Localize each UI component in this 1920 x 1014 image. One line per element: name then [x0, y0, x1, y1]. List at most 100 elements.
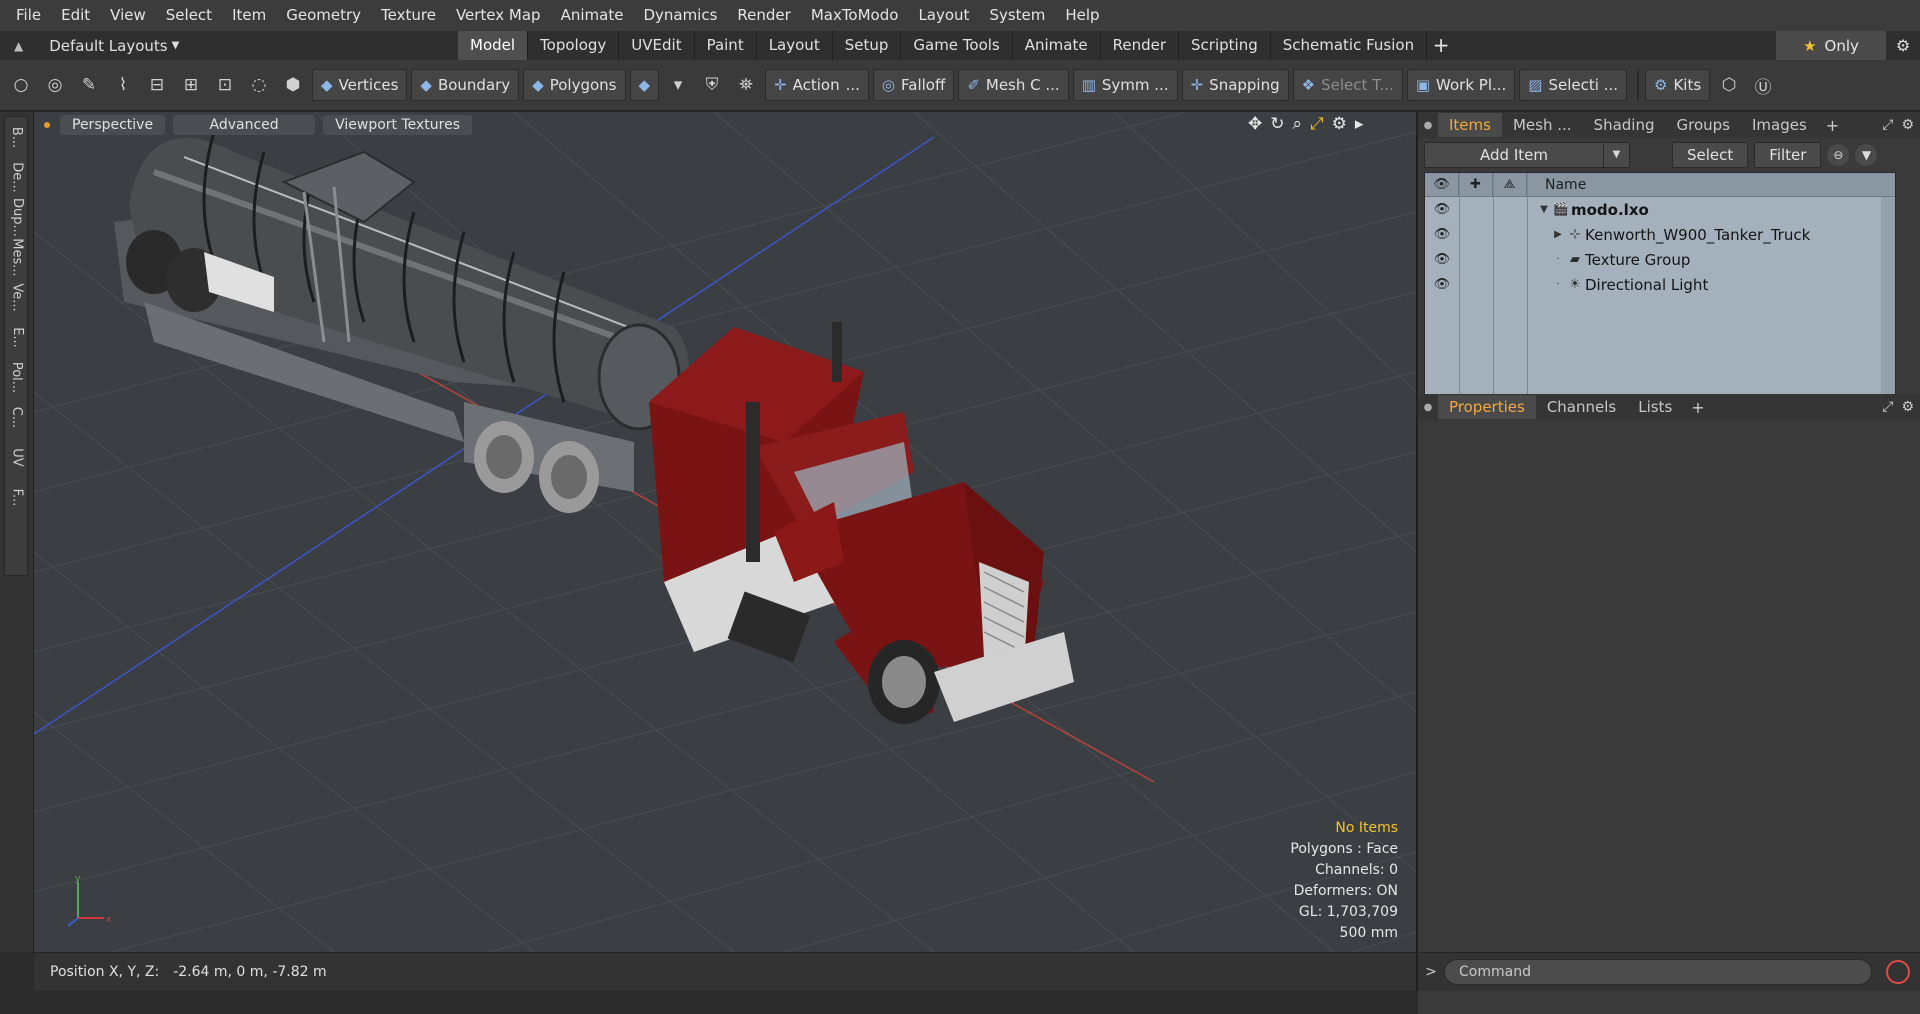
- tab-game-tools[interactable]: Game Tools: [901, 31, 1013, 60]
- mesh-constraint-button[interactable]: ✐ Mesh C ...: [958, 69, 1069, 101]
- vtab-c[interactable]: C...: [5, 397, 29, 437]
- funnel-icon[interactable]: ▼: [1855, 144, 1878, 166]
- lasso-icon[interactable]: ⌇: [108, 70, 138, 100]
- chevron-down-icon[interactable]: ▼: [1603, 143, 1629, 167]
- vtab-pol[interactable]: Pol...: [5, 357, 29, 397]
- panel-gear-icon[interactable]: ⚙: [1901, 394, 1914, 420]
- menu-view[interactable]: View: [100, 0, 156, 31]
- list-item[interactable]: 👁 ▶ ⊹ Kenworth_W900_Tanker_Truck: [1425, 222, 1895, 247]
- add-tab-icon[interactable]: +: [1683, 398, 1712, 417]
- eye-icon[interactable]: 👁: [1425, 202, 1459, 217]
- vtab-e[interactable]: E...: [5, 317, 29, 357]
- tab-images[interactable]: Images: [1741, 113, 1818, 137]
- add-tab-button[interactable]: +: [1427, 31, 1455, 60]
- unity-icon[interactable]: ⬡: [1714, 70, 1744, 100]
- tab-layout[interactable]: Layout: [757, 31, 833, 60]
- menu-system[interactable]: System: [979, 0, 1055, 31]
- select-button[interactable]: Select: [1672, 142, 1749, 168]
- tab-schematic-fusion[interactable]: Schematic Fusion: [1271, 31, 1428, 60]
- rotate-view-icon[interactable]: ↻: [1270, 114, 1284, 134]
- vtab-f[interactable]: F...: [5, 477, 29, 517]
- menu-geometry[interactable]: Geometry: [276, 0, 371, 31]
- layout-selector[interactable]: ▲ Default Layouts ▼: [0, 31, 200, 60]
- chevron-down-icon[interactable]: ▾: [663, 70, 693, 100]
- viewport-menu-dot[interactable]: [44, 122, 50, 128]
- vtab-uv[interactable]: UV: [5, 437, 29, 477]
- menu-select[interactable]: Select: [156, 0, 222, 31]
- panel-dot-icon[interactable]: ●: [1418, 120, 1438, 131]
- polygons-button[interactable]: ◆ Polygons: [523, 69, 626, 101]
- tab-mesh[interactable]: Mesh ...: [1502, 113, 1583, 137]
- vtab-ve[interactable]: Ve...: [5, 277, 29, 317]
- menu-edit[interactable]: Edit: [51, 0, 100, 31]
- snapping-button[interactable]: ✛ Snapping: [1181, 69, 1289, 101]
- kits-button[interactable]: ⚙ Kits: [1645, 69, 1711, 101]
- viewport-textures-button[interactable]: Viewport Textures: [323, 115, 473, 135]
- tab-groups[interactable]: Groups: [1665, 113, 1740, 137]
- eye-icon[interactable]: 👁: [1425, 252, 1459, 267]
- material-button[interactable]: ◆: [629, 69, 660, 101]
- name-column-header[interactable]: Name: [1527, 177, 1586, 193]
- vtab-de[interactable]: De...: [5, 157, 29, 197]
- boundary-button[interactable]: ◆ Boundary: [411, 69, 520, 101]
- menu-dynamics[interactable]: Dynamics: [633, 0, 727, 31]
- menu-maxtomodo[interactable]: MaxToModo: [801, 0, 909, 31]
- soccer-icon[interactable]: ⛯: [731, 70, 761, 100]
- menu-animate[interactable]: Animate: [551, 0, 634, 31]
- tab-topology[interactable]: Topology: [528, 31, 620, 60]
- menu-file[interactable]: File: [6, 0, 51, 31]
- only-toggle[interactable]: ★ Only: [1776, 31, 1886, 60]
- rotate-icon[interactable]: ⊡: [210, 70, 240, 100]
- tab-uvedit[interactable]: UVEdit: [619, 31, 695, 60]
- transform-icon[interactable]: ⊟: [142, 70, 172, 100]
- tab-lists[interactable]: Lists: [1627, 395, 1683, 419]
- pan-icon[interactable]: ✥: [1248, 114, 1262, 134]
- menu-help[interactable]: Help: [1055, 0, 1109, 31]
- unreal-icon[interactable]: Ⓤ: [1748, 70, 1778, 100]
- collapse-up-icon[interactable]: ▲: [14, 39, 23, 53]
- eye-icon[interactable]: 👁: [1425, 277, 1459, 292]
- falloff-button[interactable]: ◎ Falloff: [872, 69, 955, 101]
- item-mode-icon[interactable]: ⬢: [278, 70, 308, 100]
- list-item[interactable]: 👁 · ☀ Directional Light: [1425, 272, 1895, 297]
- 3d-viewport[interactable]: Perspective Advanced Viewport Textures ✥…: [34, 112, 1416, 952]
- menu-texture[interactable]: Texture: [371, 0, 446, 31]
- menu-item[interactable]: Item: [222, 0, 276, 31]
- command-input[interactable]: [1444, 959, 1872, 985]
- pen-icon[interactable]: ✎: [74, 70, 104, 100]
- filter-button[interactable]: Filter: [1754, 142, 1822, 168]
- record-macro-icon[interactable]: [1886, 960, 1910, 984]
- expand-triangle-icon[interactable]: ▶: [1551, 229, 1565, 240]
- viewport-gear-icon[interactable]: ⚙: [1332, 114, 1347, 134]
- lock-column-icon[interactable]: ✚: [1459, 173, 1493, 197]
- action-center-button[interactable]: ✛ Action...: [765, 69, 869, 101]
- maximize-icon[interactable]: ⤢: [1310, 114, 1324, 134]
- scale-icon[interactable]: ◌: [244, 70, 274, 100]
- list-item[interactable]: 👁 · ▰ Texture Group: [1425, 247, 1895, 272]
- panel-dot-icon[interactable]: ●: [1418, 402, 1438, 413]
- vtab-dup[interactable]: Dup...: [5, 197, 29, 237]
- globe-icon[interactable]: ◎: [40, 70, 70, 100]
- menu-layout[interactable]: Layout: [908, 0, 979, 31]
- shield-icon[interactable]: ⛨: [697, 70, 727, 100]
- tab-scripting[interactable]: Scripting: [1179, 31, 1271, 60]
- add-tab-icon[interactable]: +: [1818, 116, 1847, 135]
- symmetry-button[interactable]: ▥ Symm ...: [1072, 69, 1178, 101]
- perspective-button[interactable]: Perspective: [60, 115, 166, 135]
- command-arrow-icon[interactable]: >: [1418, 964, 1444, 980]
- vtab-b[interactable]: B...: [5, 117, 29, 157]
- menu-render[interactable]: Render: [727, 0, 800, 31]
- play-arrow-icon[interactable]: ▸: [1355, 114, 1364, 134]
- tab-channels[interactable]: Channels: [1536, 395, 1627, 419]
- zoom-icon[interactable]: ⌕: [1293, 114, 1303, 134]
- move-grid-icon[interactable]: ⊞: [176, 70, 206, 100]
- collapse-icon[interactable]: ⊖: [1827, 144, 1850, 166]
- item-list[interactable]: 👁 ✚ ⟁ Name 👁 ▼ 🎬 modo.lxo 👁 ▶ ⊹ Kenworth…: [1424, 172, 1896, 428]
- tab-items[interactable]: Items: [1438, 113, 1502, 137]
- work-plane-button[interactable]: ▣ Work Pl...: [1406, 69, 1516, 101]
- tab-setup[interactable]: Setup: [833, 31, 902, 60]
- vtab-mes[interactable]: Mes...: [5, 237, 29, 277]
- shading-button[interactable]: Advanced: [173, 115, 316, 135]
- gear-icon[interactable]: ⚙: [1886, 31, 1920, 60]
- expand-icon[interactable]: ⤢: [1882, 112, 1893, 138]
